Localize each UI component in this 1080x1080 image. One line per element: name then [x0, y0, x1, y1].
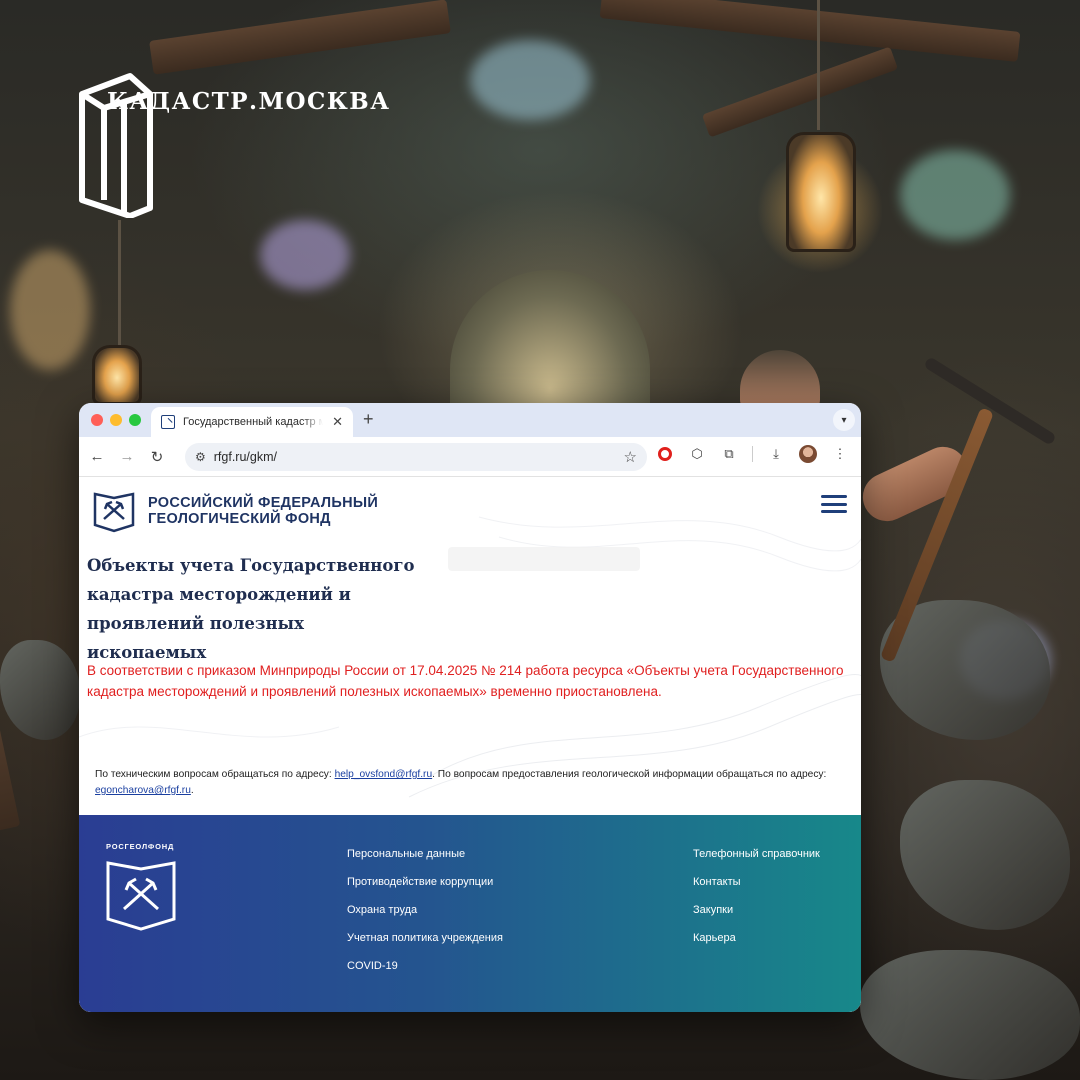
suspension-notice: В соответствии с приказом Минприроды Рос…	[87, 663, 844, 699]
opera-extension-icon[interactable]	[656, 445, 674, 463]
gem-glow	[470, 40, 590, 120]
more-menu-icon[interactable]: ⋮	[831, 445, 849, 463]
tab-active[interactable]: Государственный кадастр м ✕	[151, 407, 353, 437]
rock	[860, 950, 1080, 1080]
brand-name: КАДАСТР.МОСКВА	[107, 88, 391, 115]
hammers-emblem-icon	[93, 492, 135, 533]
footer-brand-label: РОСГЕОЛФОНД	[106, 842, 175, 851]
footer-link-contacts[interactable]: Контакты	[693, 875, 820, 889]
tab-title: Государственный кадастр м	[183, 416, 323, 428]
footer-link-covid[interactable]: COVID-19	[347, 959, 503, 973]
footer-links-col1: Персональные данные Противодействие корр…	[347, 847, 503, 973]
footer-emblem-icon	[106, 861, 176, 931]
new-tab-button[interactable]: +	[363, 409, 374, 430]
geo-info-email-link[interactable]: egoncharova@rfgf.ru	[95, 785, 191, 796]
footer-link-personal-data[interactable]: Персональные данные	[347, 847, 503, 861]
close-window-button[interactable]	[91, 414, 103, 426]
chevron-down-icon[interactable]: ▾	[833, 409, 855, 431]
footer-link-phonebook[interactable]: Телефонный справочник	[693, 847, 820, 861]
site-footer: РОСГЕОЛФОНД Персональные данные Противод…	[79, 815, 861, 1012]
faded-banner	[448, 547, 640, 571]
gem-glow	[900, 150, 1010, 240]
footer-brand[interactable]: РОСГЕОЛФОНД	[106, 842, 176, 938]
footer-link-labor-safety[interactable]: Охрана труда	[347, 903, 503, 917]
download-icon[interactable]: ⤓	[767, 445, 785, 463]
url-text: rfgf.ru/gkm/	[213, 450, 277, 464]
puzzle-extensions-icon[interactable]: ⧉	[720, 445, 738, 463]
gem-glow	[260, 220, 350, 290]
gem-glow	[10, 250, 90, 370]
extension-icons: ⬡ ⧉ ⤓ ⋮	[656, 445, 849, 463]
contact-text-3: .	[190, 785, 194, 796]
shield-extension-icon[interactable]: ⬡	[688, 445, 706, 463]
rock	[900, 780, 1070, 930]
footer-link-accounting-policy[interactable]: Учетная политика учреждения	[347, 931, 503, 945]
back-arrow-icon[interactable]: ←	[89, 448, 105, 465]
footer-links-col2: Телефонный справочник Контакты Закупки К…	[693, 847, 820, 945]
page-title: Объекты учета Государственного кадастра …	[87, 556, 415, 662]
chain	[817, 0, 820, 130]
lantern	[786, 132, 856, 252]
org-name: РОССИЙСКИЙ ФЕДЕРАЛЬНЫЙ ГЕОЛОГИЧЕСКИЙ ФОН…	[148, 495, 378, 527]
footer-link-careers[interactable]: Карьера	[693, 931, 820, 945]
forward-arrow-icon[interactable]: →	[119, 448, 135, 465]
window-controls	[91, 414, 141, 426]
chain	[118, 220, 121, 350]
profile-avatar[interactable]	[799, 445, 817, 463]
contact-info: По техническим вопросам обращаться по ад…	[95, 767, 835, 799]
bookmark-star-icon[interactable]: ☆	[624, 448, 637, 466]
site-favicon-icon	[161, 415, 175, 429]
rgf-logo[interactable]: РОССИЙСКИЙ ФЕДЕРАЛЬНЫЙ ГЕОЛОГИЧЕСКИЙ ФОН…	[92, 489, 378, 533]
browser-toolbar: ← → ↻ ⚙ rfgf.ru/gkm/ ☆ ⬡ ⧉ ⤓ ⋮	[79, 437, 861, 477]
hamburger-menu-icon[interactable]	[821, 495, 847, 513]
contact-text-1: По техническим вопросам обращаться по ад…	[95, 769, 335, 780]
miner-figure	[740, 350, 820, 410]
minimize-window-button[interactable]	[110, 414, 122, 426]
reload-icon[interactable]: ↻	[149, 448, 165, 466]
wood-beam	[701, 46, 899, 138]
address-bar[interactable]: ⚙ rfgf.ru/gkm/ ☆	[185, 443, 647, 471]
browser-window: Государственный кадастр м ✕ + ▾ ← → ↻ ⚙ …	[79, 403, 861, 1012]
contact-text-2: . По вопросам предоставления геологическ…	[432, 769, 827, 780]
footer-link-procurement[interactable]: Закупки	[693, 903, 820, 917]
site-info-icon[interactable]: ⚙	[195, 450, 206, 464]
footer-link-anticorruption[interactable]: Противодействие коррупции	[347, 875, 503, 889]
lantern	[92, 345, 142, 405]
wood-beam	[149, 0, 451, 75]
pickaxe-head	[923, 356, 1057, 446]
close-tab-icon[interactable]: ✕	[332, 414, 343, 430]
tab-strip: Государственный кадастр м ✕ + ▾	[79, 403, 861, 437]
maximize-window-button[interactable]	[129, 414, 141, 426]
org-name-line2: ГЕОЛОГИЧЕСКИЙ ФОНД	[148, 511, 331, 527]
rock	[0, 640, 80, 740]
toolbar-divider	[752, 446, 753, 462]
org-name-line1: РОССИЙСКИЙ ФЕДЕРАЛЬНЫЙ	[148, 495, 379, 511]
tech-support-email-link[interactable]: help_ovsfond@rfgf.ru	[335, 769, 433, 780]
page-content: РОССИЙСКИЙ ФЕДЕРАЛЬНЫЙ ГЕОЛОГИЧЕСКИЙ ФОН…	[79, 477, 861, 1012]
wood-beam	[599, 0, 1021, 62]
